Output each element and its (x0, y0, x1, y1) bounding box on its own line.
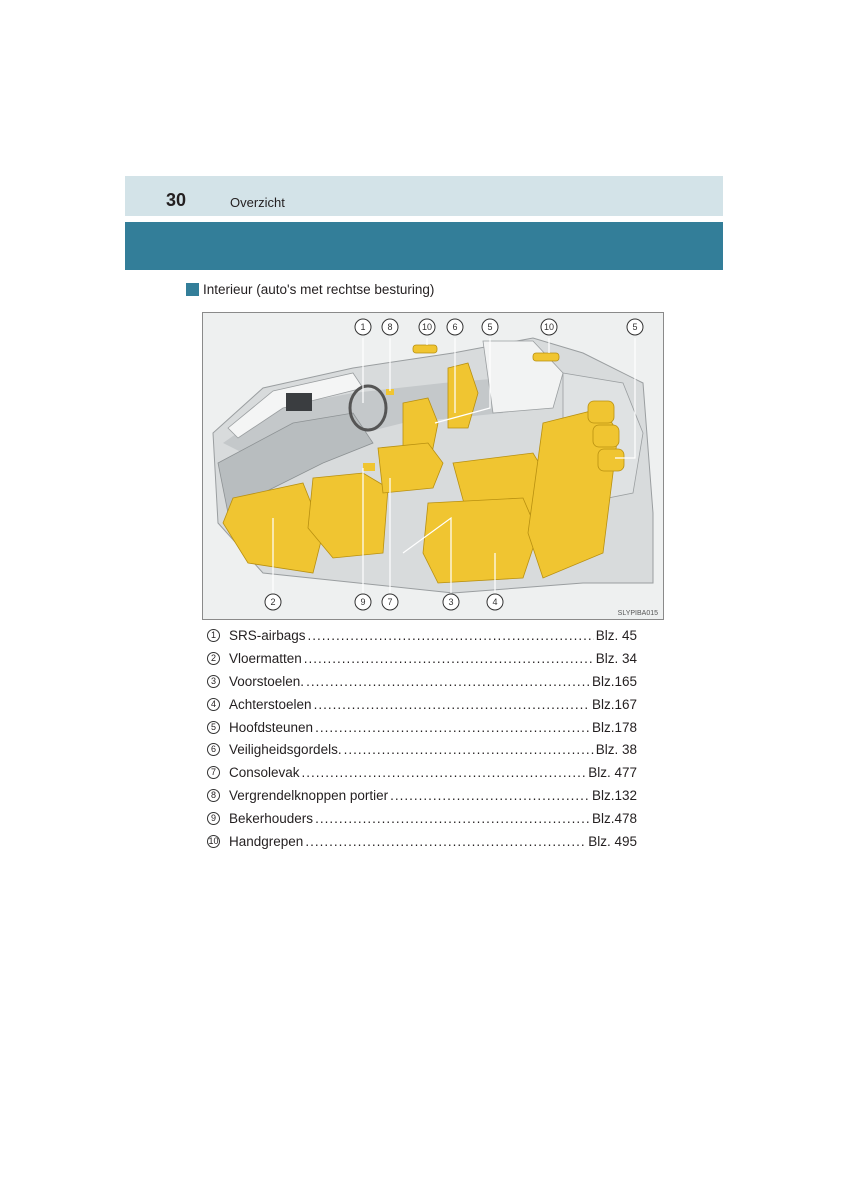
item-label: Vergrendelknoppen portier (229, 788, 389, 804)
item-number-circle: 3 (207, 674, 220, 688)
item-page-ref[interactable]: Blz. 477 (588, 765, 637, 780)
header-band: 30 Overzicht (125, 176, 723, 216)
item-page-ref[interactable]: Blz.165 (592, 674, 637, 689)
list-item: 2 Vloermatten ..........................… (207, 647, 637, 670)
callout-label: 8 (387, 322, 392, 332)
leader-dots: ........................................… (301, 765, 587, 781)
figure-code: SLYPIBA015 (617, 610, 658, 617)
chapter-title: Overzicht (230, 195, 285, 210)
section-band (125, 222, 723, 270)
leader-dots: ........................................… (305, 833, 586, 849)
component-list: 1 SRS-airbags ..........................… (207, 624, 637, 853)
car-interior-drawing: 1 8 10 6 5 10 5 2 9 7 3 4 (212, 318, 654, 611)
list-item: 8 Vergrendelknoppen portier ............… (207, 784, 637, 807)
item-page-ref[interactable]: Blz. 34 (596, 651, 637, 666)
list-item: 1 SRS-airbags ..........................… (207, 624, 637, 647)
leader-dots: ........................................… (307, 627, 594, 643)
callout-label: 10 (422, 322, 432, 332)
item-number-circle: 10 (207, 834, 220, 848)
callout-label: 7 (387, 597, 392, 607)
leader-dots: ........................................… (313, 696, 590, 712)
item-page-ref[interactable]: Blz.167 (592, 697, 637, 712)
item-number-circle: 9 (207, 812, 220, 826)
leader-dots: ........................................… (303, 650, 594, 666)
callout-label: 10 (544, 322, 554, 332)
item-page-ref[interactable]: Blz.478 (592, 811, 637, 826)
item-label: Achterstoelen (229, 696, 312, 712)
interior-illustration: 1 8 10 6 5 10 5 2 9 7 3 4 SLYPIBA015 (202, 312, 664, 620)
item-label: Consolevak (229, 765, 300, 781)
item-label: Bekerhouders (229, 811, 314, 827)
item-label: Handgrepen (229, 833, 304, 849)
item-label: Voorstoelen. (229, 673, 305, 689)
item-page-ref[interactable]: Blz. 45 (596, 628, 637, 643)
callout-label: 6 (452, 322, 457, 332)
item-number-circle: 4 (207, 697, 220, 711)
item-number-circle: 1 (207, 628, 220, 642)
item-number-circle: 6 (207, 743, 220, 757)
subsection-heading: Interieur (auto's met rechtse besturing) (186, 282, 434, 297)
item-page-ref[interactable]: Blz.132 (592, 788, 637, 803)
callout-label: 2 (270, 597, 275, 607)
item-number-circle: 8 (207, 789, 220, 803)
callout-label: 9 (360, 597, 365, 607)
item-page-ref[interactable]: Blz. 495 (588, 834, 637, 849)
callout-label: 1 (360, 322, 365, 332)
item-number-circle: 7 (207, 766, 220, 780)
list-item: 10 Handgrepen ..........................… (207, 830, 637, 853)
item-number-circle: 2 (207, 651, 220, 665)
callout-label: 3 (448, 597, 453, 607)
item-label: Hoofdsteunen (229, 719, 314, 735)
callout-label: 4 (492, 597, 497, 607)
item-page-ref[interactable]: Blz.178 (592, 720, 637, 735)
item-label: SRS-airbags (229, 627, 306, 643)
list-item: 5 Hoofdsteunen .........................… (207, 716, 637, 739)
item-page-ref[interactable]: Blz. 38 (596, 742, 637, 757)
page-number: 30 (166, 190, 187, 210)
subsection-title: Interieur (auto's met rechtse besturing) (203, 282, 435, 297)
callout-label: 5 (632, 322, 637, 332)
item-label: Veiligheidsgordels. (229, 742, 342, 758)
list-item: 9 Bekerhouders .........................… (207, 807, 637, 830)
item-number-circle: 5 (207, 720, 220, 734)
leader-dots: ........................................… (343, 742, 594, 758)
list-item: 6 Veiligheidsgordels. ..................… (207, 738, 637, 761)
list-item: 3 Voorstoelen. .........................… (207, 670, 637, 693)
leader-dots: ........................................… (315, 811, 590, 827)
leader-dots: ........................................… (390, 788, 590, 804)
list-item: 7 Consolevak ...........................… (207, 761, 637, 784)
item-label: Vloermatten (229, 650, 302, 666)
callout-label: 5 (487, 322, 492, 332)
leader-dots: ........................................… (315, 719, 590, 735)
square-bullet-icon (186, 283, 199, 296)
list-item: 4 Achterstoelen ........................… (207, 693, 637, 716)
leader-dots: ........................................… (306, 673, 590, 689)
